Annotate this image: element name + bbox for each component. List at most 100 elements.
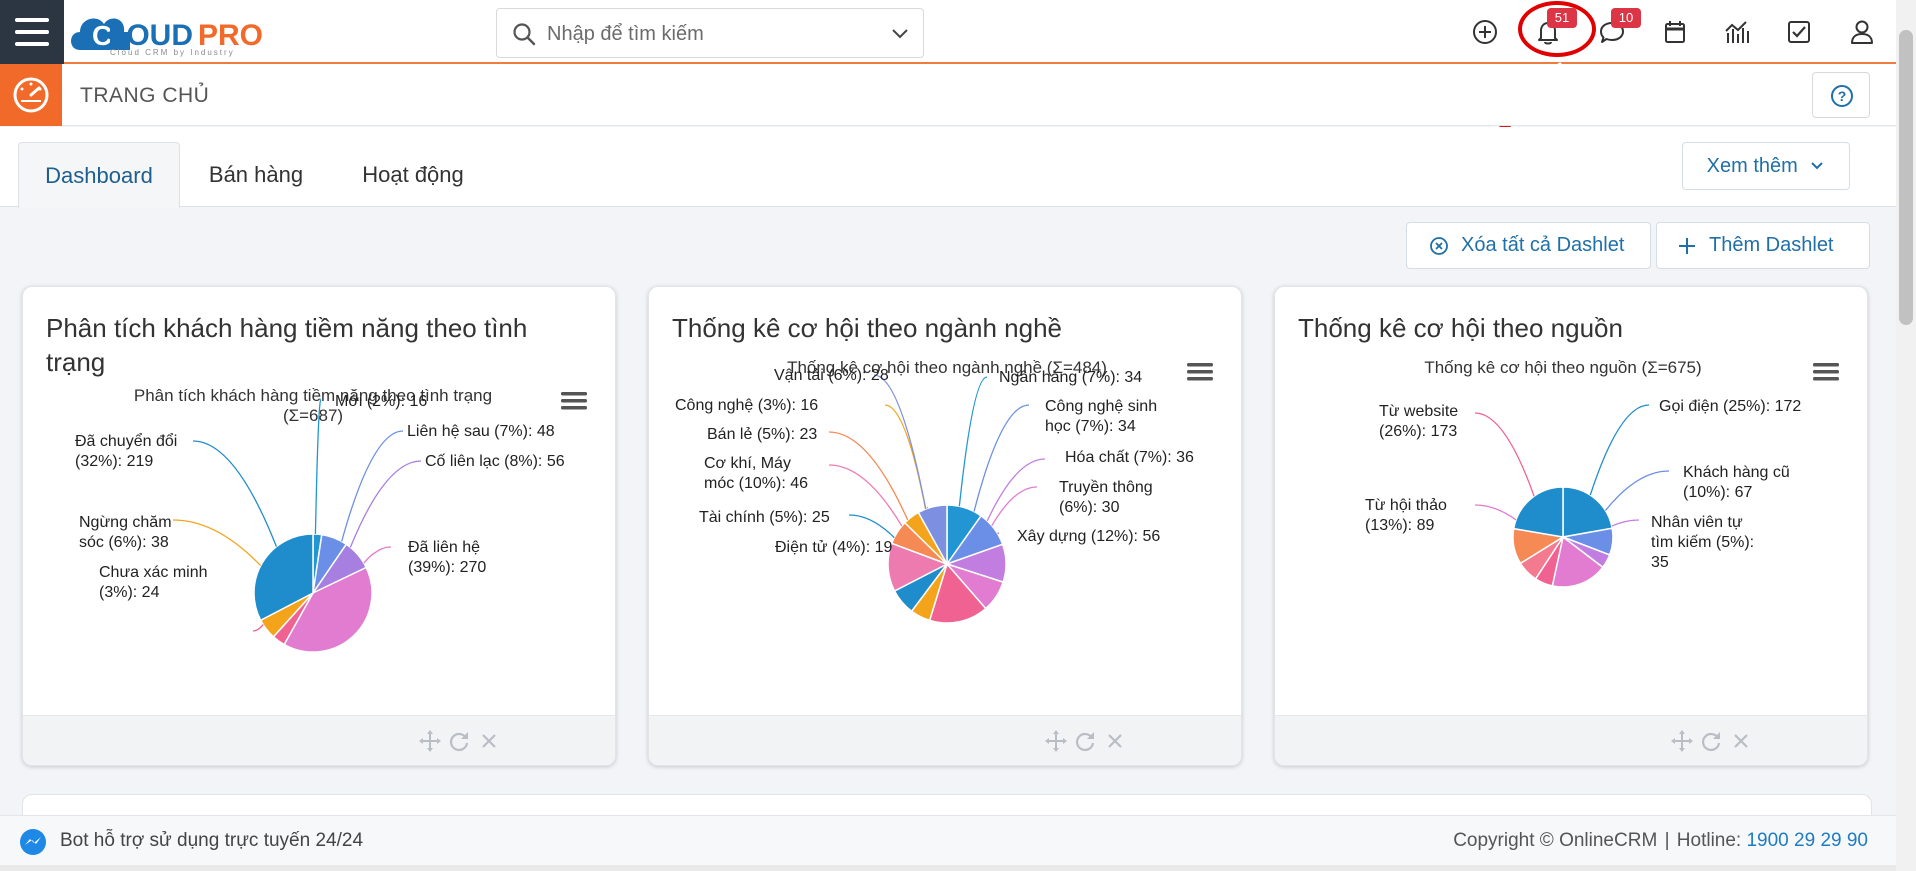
logo-tagline: Cloud CRM by Industry: [110, 48, 235, 57]
vertical-scrollbar[interactable]: [1896, 0, 1916, 871]
page-title: TRANG CHỦ: [80, 84, 210, 107]
search-icon: [513, 23, 536, 46]
data-label: Bán lẻ (5%): 23: [707, 426, 817, 443]
leader-line: [973, 404, 1030, 512]
data-label: Khách hàng cũ: [1683, 464, 1790, 481]
leader-line: [848, 514, 895, 539]
chevron-down-icon[interactable]: [889, 23, 911, 45]
data-label: Công nghệ sinh: [1045, 398, 1157, 415]
add-dashlet-label: Thêm Dashlet: [1709, 234, 1834, 256]
data-label: Ngân hàng (7%): 34: [999, 369, 1142, 386]
dashlet-card: Phân tích khách hàng tiềm năng theo tình…: [22, 286, 616, 766]
chart-icon[interactable]: [1722, 17, 1752, 47]
horizontal-scrollbar[interactable]: [0, 865, 1896, 871]
refresh-icon[interactable]: [1074, 730, 1096, 752]
svg-text:?: ?: [1838, 88, 1847, 104]
tab-hoat-dong[interactable]: Hoạt động: [342, 142, 484, 208]
data-label: Công nghệ (3%): 16: [675, 397, 818, 414]
chart-menu-icon[interactable]: [561, 392, 587, 396]
message-badge: 10: [1611, 8, 1641, 28]
dashlet-title: Phân tích khách hàng tiềm năng theo tình…: [46, 313, 528, 377]
move-icon[interactable]: [1671, 730, 1693, 752]
leader-line: [828, 464, 903, 527]
hotline-link[interactable]: 1900 29 29 90: [1746, 830, 1868, 851]
chart-menu-icon[interactable]: [1813, 370, 1839, 374]
pie-chart: Thống kê cơ hội theo ngành nghề (Σ=484)N…: [675, 358, 1213, 624]
leader-line: [363, 546, 392, 564]
data-label: (32%): 219: [75, 453, 153, 470]
data-label: Vận tải (6%): 28: [774, 367, 889, 384]
data-label: Chưa xác minh: [99, 564, 208, 581]
hamburger-line: [15, 18, 49, 22]
data-label: (26%): 173: [1379, 423, 1457, 440]
hotline-label: Hotline:: [1676, 830, 1742, 851]
menu-toggle-button[interactable]: [0, 0, 64, 64]
copyright-text: Copyright © OnlineCRM: [1453, 830, 1658, 851]
checkbox-icon[interactable]: [1784, 17, 1814, 47]
data-label: Nhân viên tự: [1651, 514, 1743, 531]
search-box[interactable]: [496, 8, 924, 58]
search-input[interactable]: [547, 19, 867, 49]
refresh-icon[interactable]: [448, 730, 470, 752]
chart-menu-icon[interactable]: [1813, 377, 1839, 381]
add-dashlet-button[interactable]: Thêm Dashlet: [1656, 222, 1870, 269]
data-label: móc (10%): 46: [704, 475, 808, 492]
calendar-icon[interactable]: [1660, 17, 1690, 47]
see-more-label: Xem thêm: [1706, 155, 1798, 177]
dashboard-home-icon[interactable]: [0, 64, 62, 126]
data-label: Truyền thông: [1059, 479, 1153, 496]
data-label: sóc (6%): 38: [79, 534, 169, 551]
refresh-icon[interactable]: [1700, 730, 1722, 752]
chevron-down-icon: [1811, 162, 1824, 170]
clear-dashlets-button[interactable]: Xóa tất cả Dashlet: [1406, 222, 1651, 269]
data-label: Ngừng chăm: [79, 514, 172, 531]
chart-menu-icon[interactable]: [561, 406, 587, 410]
leader-line: [986, 458, 1046, 522]
move-icon[interactable]: [419, 730, 441, 752]
tab-bar: Dashboard Bán hàng Hoạt động Xem thêm: [0, 127, 1896, 208]
chart-menu-icon[interactable]: [561, 399, 587, 403]
data-label: Cơ khí, Máy: [704, 455, 791, 472]
support-bot-text[interactable]: Bot hỗ trợ sử dụng trực tuyến 24/24: [60, 830, 363, 852]
leader-line: [1474, 412, 1535, 497]
user-icon[interactable]: [1847, 17, 1877, 47]
tab-dashboard[interactable]: Dashboard: [18, 142, 180, 208]
close-icon[interactable]: [478, 730, 500, 752]
close-icon[interactable]: [1730, 730, 1752, 752]
data-label: Tài chính (5%): 25: [699, 509, 830, 526]
dashlet-footer: [23, 715, 615, 765]
chart-menu-icon[interactable]: [1187, 377, 1213, 381]
top-bar: C LOUD PRO Cloud CRM by Industry 51 10: [0, 0, 1896, 64]
leader-line: [997, 532, 1000, 535]
data-label: (39%): 270: [408, 559, 486, 576]
leader-line: [172, 519, 262, 567]
chart-title: Phân tích khách hàng tiềm năng theo tình…: [134, 386, 492, 405]
leader-line: [958, 376, 988, 507]
move-icon[interactable]: [1045, 730, 1067, 752]
data-label: Từ website: [1379, 403, 1458, 420]
dashlet-title: Thống kê cơ hội theo ngành nghề: [672, 313, 1063, 343]
pie-slice[interactable]: [1512, 486, 1564, 538]
speedometer-icon: [13, 77, 49, 113]
data-label: Hóa chất (7%): 36: [1065, 449, 1194, 466]
chart-menu-icon[interactable]: [1187, 363, 1213, 367]
dashlet-title: Thống kê cơ hội theo nguồn: [1298, 313, 1623, 343]
help-button[interactable]: ?: [1812, 72, 1870, 118]
leader-line: [991, 486, 1038, 526]
chart-menu-icon[interactable]: [1187, 370, 1213, 374]
leader-line: [828, 431, 909, 521]
chart-menu-icon[interactable]: [1813, 363, 1839, 367]
footer-bar: Bot hỗ trợ sử dụng trực tuyến 24/24 Copy…: [0, 815, 1896, 865]
scroll-thumb[interactable]: [1899, 30, 1913, 325]
chart-title: Thống kê cơ hội theo nguồn (Σ=675): [1424, 358, 1701, 377]
cloudpro-logo[interactable]: C LOUD PRO Cloud CRM by Industry: [70, 6, 300, 58]
data-label: Cố liên lạc (8%): 56: [425, 453, 565, 470]
messenger-icon[interactable]: [18, 827, 48, 857]
hamburger-line: [15, 30, 49, 34]
dashlet-card: Thống kê cơ hội theo ngành nghề (Σ=484) N…: [648, 286, 1242, 766]
see-more-dropdown[interactable]: Xem thêm: [1682, 142, 1850, 190]
data-label: (13%): 89: [1365, 517, 1434, 534]
leader-line: [252, 624, 264, 632]
tab-ban-hang[interactable]: Bán hàng: [190, 142, 322, 208]
close-icon[interactable]: [1104, 730, 1126, 752]
